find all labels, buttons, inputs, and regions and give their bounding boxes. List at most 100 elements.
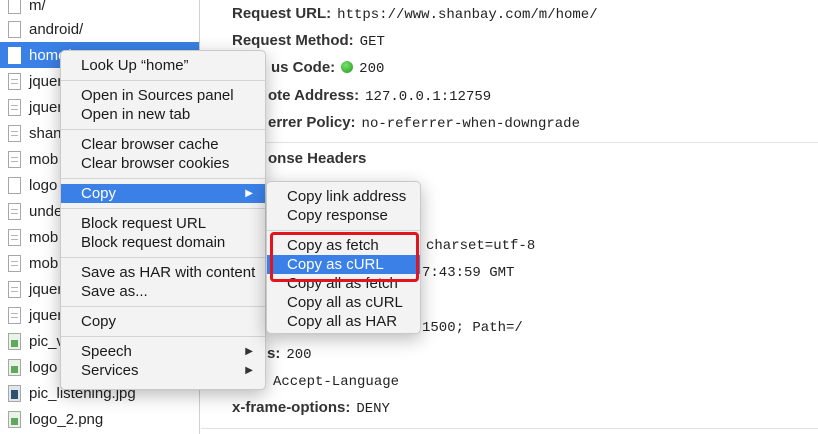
header-key: s: xyxy=(267,345,281,362)
submenu-item-copy-link-address[interactable]: Copy link address xyxy=(267,187,420,206)
menu-item-save-as[interactable]: Save as... xyxy=(61,282,265,301)
x-frame-options-row: x-frame-options: DENY xyxy=(232,399,390,417)
menu-item-open-in-sources[interactable]: Open in Sources panel xyxy=(61,86,265,105)
submenu-arrow-icon: ▶ xyxy=(245,346,253,357)
file-name: logo xyxy=(29,176,58,194)
menu-item-services[interactable]: Services ▶ xyxy=(61,361,265,380)
document-icon xyxy=(8,0,21,14)
response-headers-title[interactable]: onse Headers xyxy=(268,150,366,167)
header-value[interactable]: 127.0.0.1:12759 xyxy=(365,89,491,105)
file-name: mob xyxy=(29,150,59,168)
header-value[interactable]: 200 xyxy=(359,61,384,77)
status-row: s: 200 xyxy=(267,345,312,363)
header-key: ote Address: xyxy=(268,87,360,104)
menu-separator xyxy=(61,178,265,179)
file-row[interactable]: android/ xyxy=(0,16,199,42)
file-name: jquer xyxy=(29,98,63,116)
image-icon xyxy=(8,332,21,350)
file-row[interactable]: logo_2.png xyxy=(0,406,199,432)
section-divider xyxy=(201,142,818,143)
section-divider xyxy=(201,428,818,429)
menu-separator xyxy=(61,80,265,81)
header-key: Request URL: xyxy=(232,5,332,22)
menu-separator xyxy=(267,230,420,231)
file-name: logo xyxy=(29,358,58,376)
menu-item-label: Services xyxy=(81,362,139,379)
header-value[interactable]: Accept-Language xyxy=(273,374,399,390)
context-menu: Look Up “home” Open in Sources panel Ope… xyxy=(60,50,266,390)
file-name: jquer xyxy=(29,306,63,324)
menu-separator xyxy=(61,129,265,130)
header-key: errer Policy: xyxy=(268,114,356,131)
image-icon xyxy=(8,358,21,376)
submenu-item-copy-response[interactable]: Copy response xyxy=(267,206,420,225)
status-ok-icon xyxy=(341,61,354,73)
script-icon xyxy=(8,72,21,90)
header-value[interactable]: charset=utf-8 xyxy=(426,238,535,254)
request-url-row: Request URL: https://www.shanbay.com/m/ho… xyxy=(232,5,598,23)
status-code-row: us Code: 200 xyxy=(271,59,384,77)
file-name: mob xyxy=(29,228,59,246)
script-icon xyxy=(8,228,21,246)
menu-item-speech[interactable]: Speech ▶ xyxy=(61,342,265,361)
file-name: shan xyxy=(29,124,62,142)
remote-address-row: ote Address: 127.0.0.1:12759 xyxy=(268,87,491,105)
header-value[interactable]: https://www.shanbay.com/m/home/ xyxy=(337,7,597,23)
header-value[interactable]: 7:43:59 GMT xyxy=(422,265,514,281)
script-icon xyxy=(8,280,21,298)
file-name: m/ xyxy=(29,0,46,14)
menu-item-label: Copy xyxy=(81,185,117,202)
file-name: mob xyxy=(29,254,59,272)
menu-separator xyxy=(61,257,265,258)
header-value[interactable]: 1500; Path=/ xyxy=(422,320,523,336)
menu-item-block-url[interactable]: Block request URL xyxy=(61,214,265,233)
menu-item-look-up[interactable]: Look Up “home” xyxy=(61,56,265,75)
menu-separator xyxy=(61,336,265,337)
menu-item-clear-cache[interactable]: Clear browser cache xyxy=(61,135,265,154)
document-icon xyxy=(8,176,21,194)
file-name: android/ xyxy=(29,20,84,38)
menu-item-clear-cookies[interactable]: Clear browser cookies xyxy=(61,154,265,173)
document-icon xyxy=(8,46,21,64)
menu-item-block-domain[interactable]: Block request domain xyxy=(61,233,265,252)
set-cookie-row: 1500; Path=/ xyxy=(422,318,523,336)
menu-item-save-har[interactable]: Save as HAR with content xyxy=(61,263,265,282)
vary-row: Accept-Language xyxy=(273,372,399,390)
menu-item-open-in-new-tab[interactable]: Open in new tab xyxy=(61,105,265,124)
referrer-policy-row: errer Policy: no-referrer-when-downgrade xyxy=(268,114,580,132)
script-icon xyxy=(8,98,21,116)
script-icon xyxy=(8,150,21,168)
content-type-row: charset=utf-8 xyxy=(426,236,535,254)
menu-separator xyxy=(61,208,265,209)
submenu-arrow-icon: ▶ xyxy=(245,188,253,199)
file-name: jquer xyxy=(29,72,63,90)
document-icon xyxy=(8,20,21,38)
script-icon xyxy=(8,306,21,324)
submenu-item-copy-all-as-har[interactable]: Copy all as HAR xyxy=(267,312,420,331)
header-key: x-frame-options: xyxy=(232,399,351,416)
menu-item-copy-submenu[interactable]: Copy ▶ xyxy=(61,184,265,203)
header-key: Request Method: xyxy=(232,32,354,49)
script-icon xyxy=(8,202,21,220)
script-icon xyxy=(8,124,21,142)
date-row: 7:43:59 GMT xyxy=(422,263,514,281)
file-name: pic_v xyxy=(29,332,65,350)
image-icon xyxy=(8,410,21,428)
menu-item-copy[interactable]: Copy xyxy=(61,312,265,331)
image-icon xyxy=(8,384,21,402)
header-value[interactable]: GET xyxy=(360,34,385,50)
annotation-highlight-box xyxy=(270,232,419,282)
file-name: logo_2.png xyxy=(29,410,104,428)
header-key: us Code: xyxy=(271,59,336,76)
file-name: jquer xyxy=(29,280,63,298)
header-value[interactable]: 200 xyxy=(286,347,311,363)
request-method-row: Request Method: GET xyxy=(232,32,385,50)
header-value[interactable]: no-referrer-when-downgrade xyxy=(362,116,580,132)
file-name: unde xyxy=(29,202,63,220)
header-value[interactable]: DENY xyxy=(356,401,390,417)
script-icon xyxy=(8,254,21,272)
submenu-item-copy-all-as-curl[interactable]: Copy all as cURL xyxy=(267,293,420,312)
submenu-arrow-icon: ▶ xyxy=(245,365,253,376)
menu-separator xyxy=(61,306,265,307)
menu-item-label: Speech xyxy=(81,343,132,360)
